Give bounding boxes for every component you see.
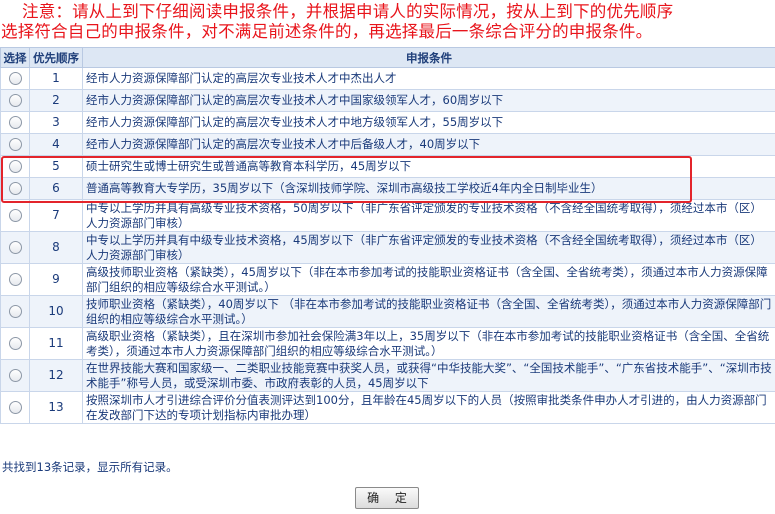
table-row[interactable]: 2 经市人力资源保障部门认定的高层次专业技术人才中国家级领军人才，60周岁以下 bbox=[0, 89, 775, 112]
row-radio-button[interactable] bbox=[8, 116, 22, 129]
row-order: 9 bbox=[29, 263, 83, 296]
row-order: 1 bbox=[29, 67, 83, 90]
row-condition: 经市人力资源保障部门认定的高层次专业技术人才中国家级领军人才，60周岁以下 bbox=[82, 89, 775, 112]
row-radio-button[interactable] bbox=[8, 337, 22, 350]
row-condition: 经市人力资源保障部门认定的高层次专业技术人才中杰出人才 bbox=[82, 67, 775, 90]
row-condition: 在世界技能大赛和国家级一、二类职业技能竞赛中获奖人员，或获得“中华技能大奖”、“… bbox=[82, 359, 775, 392]
row-order: 10 bbox=[29, 295, 83, 328]
row-order: 12 bbox=[29, 359, 83, 392]
row-order: 5 bbox=[29, 155, 83, 178]
row-radio-button[interactable] bbox=[8, 241, 22, 254]
table-row[interactable]: 1 经市人力资源保障部门认定的高层次专业技术人才中杰出人才 bbox=[0, 67, 775, 90]
row-order: 6 bbox=[29, 177, 83, 200]
row-order: 4 bbox=[29, 133, 83, 156]
row-condition: 经市人力资源保障部门认定的高层次专业技术人才中地方级领军人才，55周岁以下 bbox=[82, 111, 775, 134]
row-radio-button[interactable] bbox=[8, 72, 22, 85]
table-row[interactable]: 3 经市人力资源保障部门认定的高层次专业技术人才中地方级领军人才，55周岁以下 bbox=[0, 111, 775, 134]
row-order: 8 bbox=[29, 231, 83, 264]
header-select: 选择 bbox=[0, 47, 30, 68]
row-radio-button[interactable] bbox=[8, 138, 22, 151]
table-row[interactable]: 10 技师职业资格（紧缺类），40周岁以下 （非在本市参加考试的技能职业资格证书… bbox=[0, 295, 775, 328]
record-count-text: 共找到13条记录，显示所有记录。 bbox=[2, 460, 178, 474]
row-condition: 普通高等教育大专学历，35周岁以下（含深圳技师学院、深圳市高级技工学校近4年内全… bbox=[82, 177, 775, 200]
table-row[interactable]: 13 按照深圳市人才引进综合评价分值表测评达到100分，且年龄在45周岁以下的人… bbox=[0, 391, 775, 424]
notice-line-2: 选择符合自己的申报条件，对不满足前述条件的，再选择最后一条综合评分的申报条件。 bbox=[1, 22, 653, 41]
table-row[interactable]: 7 中专以上学历并具有高级专业技术资格，50周岁以下（非广东省评定颁发的专业技术… bbox=[0, 199, 775, 232]
row-radio-button[interactable] bbox=[8, 369, 22, 382]
row-condition: 硕士研究生或博士研究生或普通高等教育本科学历，45周岁以下 bbox=[82, 155, 775, 178]
row-radio-button[interactable] bbox=[8, 182, 22, 195]
conditions-grid: 选择 优先顺序 申报条件 1 经市人力资源保障部门认定的高层次专业技术人才中杰出… bbox=[0, 47, 775, 424]
table-row[interactable]: 6 普通高等教育大专学历，35周岁以下（含深圳技师学院、深圳市高级技工学校近4年… bbox=[0, 177, 775, 200]
table-row[interactable]: 5 硕士研究生或博士研究生或普通高等教育本科学历，45周岁以下 bbox=[0, 155, 775, 178]
table-row[interactable]: 12 在世界技能大赛和国家级一、二类职业技能竞赛中获奖人员，或获得“中华技能大奖… bbox=[0, 359, 775, 392]
conditions-table: 选择 优先顺序 申报条件 1 经市人力资源保障部门认定的高层次专业技术人才中杰出… bbox=[0, 47, 775, 424]
row-order: 7 bbox=[29, 199, 83, 232]
row-radio-button[interactable] bbox=[8, 305, 22, 318]
header-order: 优先顺序 bbox=[29, 47, 83, 68]
confirm-button[interactable]: 确 定 bbox=[355, 487, 419, 509]
table-row[interactable]: 11 高级职业资格（紧缺类），且在深圳市参加社会保险满3年以上，35周岁以下（非… bbox=[0, 327, 775, 360]
row-condition: 高级技师职业资格（紧缺类），45周岁以下（非在本市参加考试的技能职业资格证书（含… bbox=[82, 263, 775, 296]
row-radio-button[interactable] bbox=[8, 94, 22, 107]
table-row[interactable]: 9 高级技师职业资格（紧缺类），45周岁以下（非在本市参加考试的技能职业资格证书… bbox=[0, 263, 775, 296]
table-row[interactable]: 4 经市人力资源保障部门认定的高层次专业技术人才中后备级人才，40周岁以下 bbox=[0, 133, 775, 156]
row-condition: 中专以上学历并具有高级专业技术资格，50周岁以下（非广东省评定颁发的专业技术资格… bbox=[82, 199, 775, 232]
table-row[interactable]: 8 中专以上学历并具有中级专业技术资格，45周岁以下（非广东省评定颁发的专业技术… bbox=[0, 231, 775, 264]
row-order: 13 bbox=[29, 391, 83, 424]
row-order: 2 bbox=[29, 89, 83, 112]
row-order: 3 bbox=[29, 111, 83, 134]
header-condition: 申报条件 bbox=[82, 47, 775, 68]
notice-banner: 注意：请从上到下仔细阅读申报条件，并根据申请人的实际情况，按从上到下的优先顺序 … bbox=[0, 0, 775, 42]
row-order: 11 bbox=[29, 327, 83, 360]
row-radio-button[interactable] bbox=[8, 401, 22, 414]
row-radio-button[interactable] bbox=[8, 273, 22, 286]
notice-line-1: 注意：请从上到下仔细阅读申报条件，并根据申请人的实际情况，按从上到下的优先顺序 bbox=[22, 2, 674, 21]
row-condition: 高级职业资格（紧缺类），且在深圳市参加社会保险满3年以上，35周岁以下（非在本市… bbox=[82, 327, 775, 360]
row-condition: 经市人力资源保障部门认定的高层次专业技术人才中后备级人才，40周岁以下 bbox=[82, 133, 775, 156]
row-condition: 按照深圳市人才引进综合评价分值表测评达到100分，且年龄在45周岁以下的人员（按… bbox=[82, 391, 775, 424]
row-radio-button[interactable] bbox=[8, 209, 22, 222]
row-radio-button[interactable] bbox=[8, 160, 22, 173]
row-condition: 技师职业资格（紧缺类），40周岁以下 （非在本市参加考试的技能职业资格证书（含全… bbox=[82, 295, 775, 328]
row-condition: 中专以上学历并具有中级专业技术资格，45周岁以下（非广东省评定颁发的专业技术资格… bbox=[82, 231, 775, 264]
